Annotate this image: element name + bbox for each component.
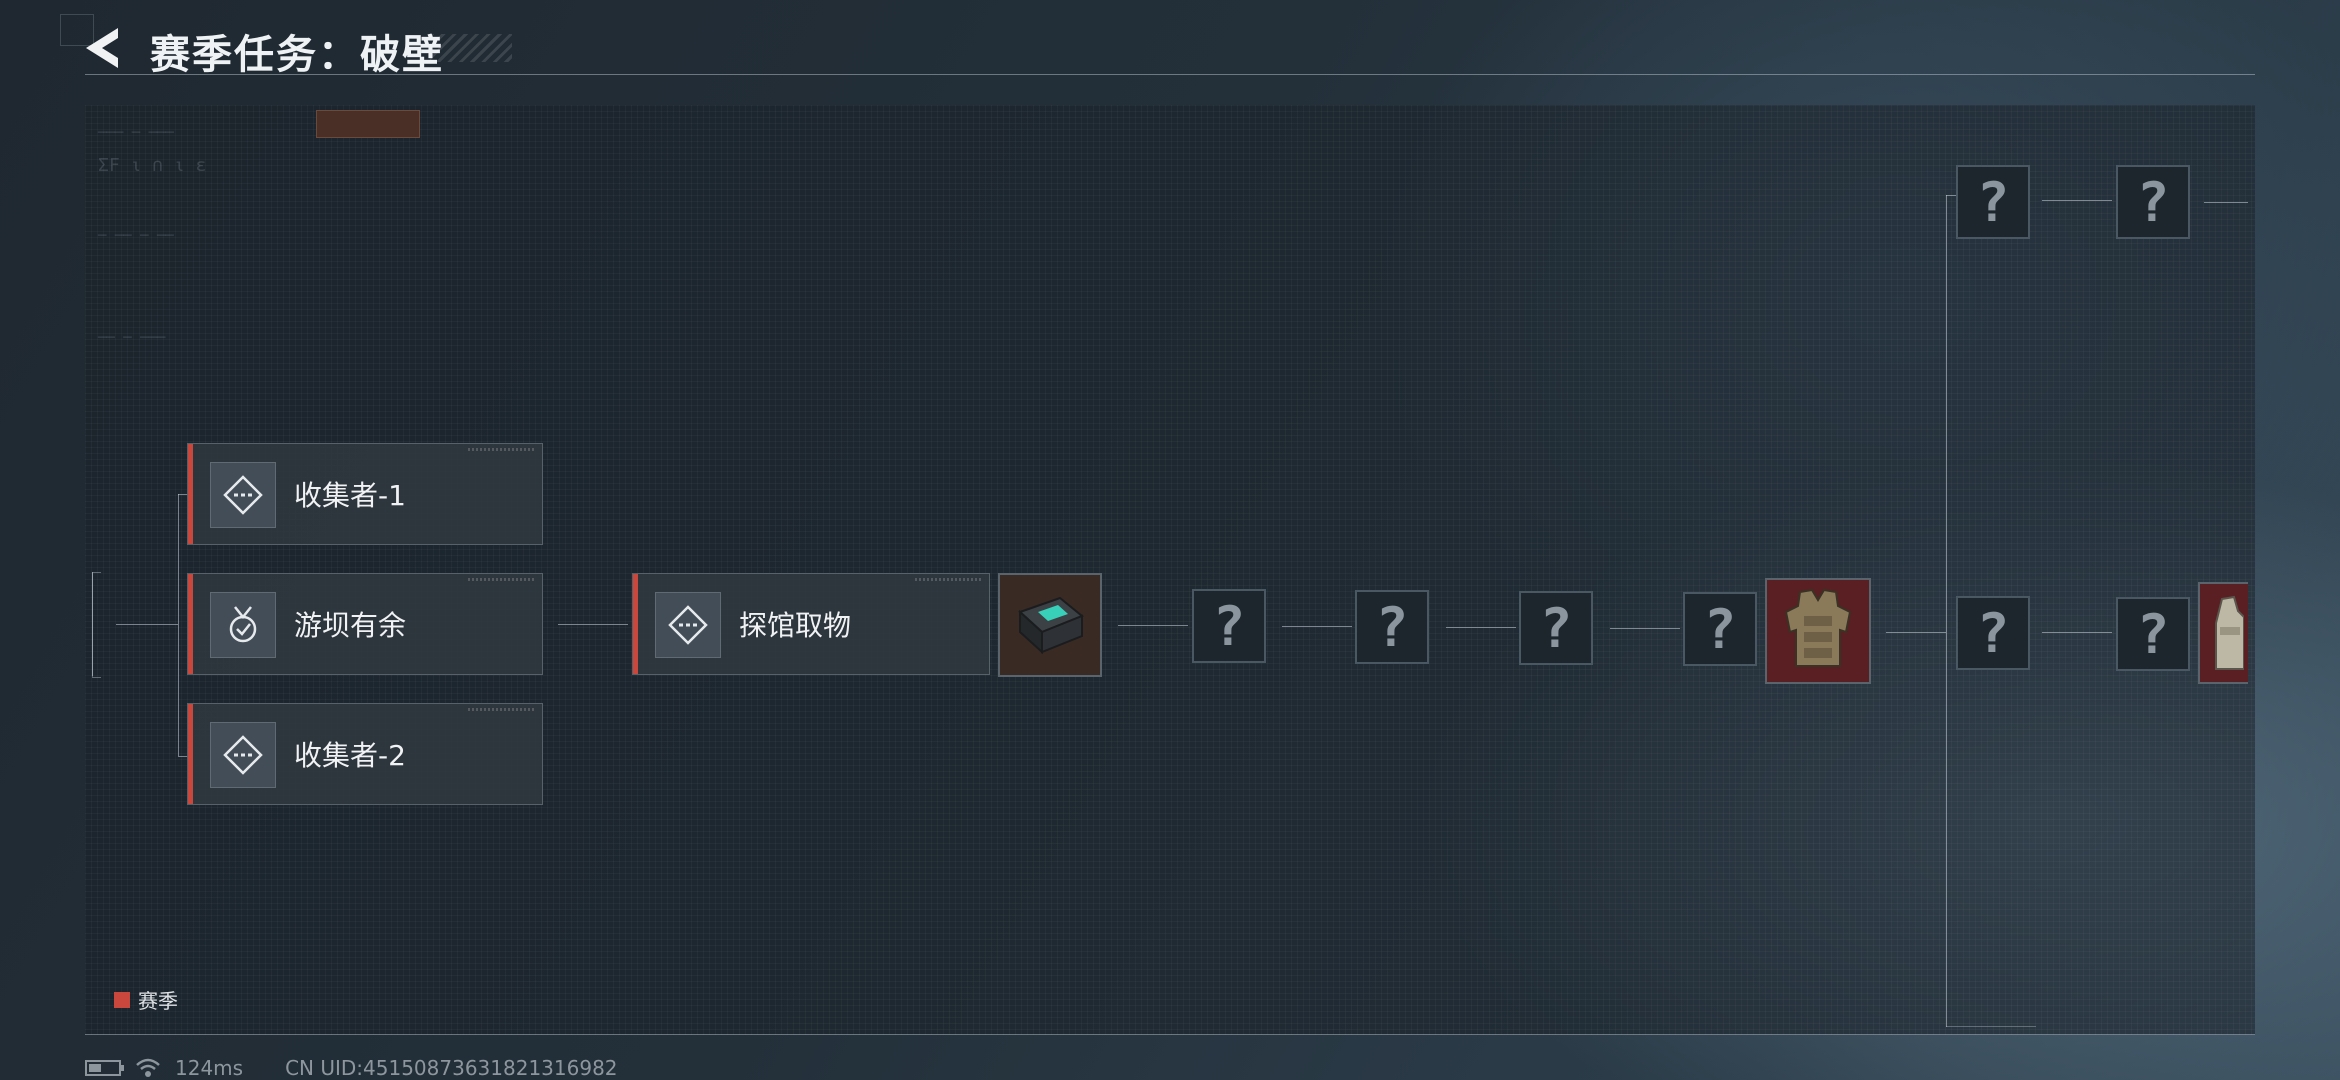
legend-swatch xyxy=(114,991,130,1008)
title-decoration xyxy=(430,34,512,62)
legend-label: 赛季 xyxy=(138,989,178,1013)
connector-line xyxy=(1946,1026,2036,1027)
decorative-tag xyxy=(316,110,420,138)
diamond-dash-icon xyxy=(210,462,276,528)
back-arrow-icon xyxy=(86,28,118,68)
diamond-dash-icon xyxy=(655,592,721,658)
connector-line xyxy=(558,624,628,625)
connector-line xyxy=(1886,632,1946,633)
mystery-reward[interactable]: ? xyxy=(1192,589,1266,663)
check-medal-icon xyxy=(210,592,276,658)
page-title: 赛季任务：破壁 xyxy=(150,32,444,78)
connector-line xyxy=(178,494,179,756)
task-tree-panel xyxy=(85,105,2255,1035)
mystery-reward[interactable]: ? xyxy=(1519,591,1593,665)
connector-line xyxy=(2042,632,2112,633)
task-label: 探馆取物 xyxy=(739,609,852,642)
armor-vest-reward[interactable] xyxy=(1765,578,1871,684)
mystery-reward[interactable]: ? xyxy=(1355,590,1429,664)
electronic-device-reward[interactable] xyxy=(998,573,1102,677)
connector-line xyxy=(1118,625,1188,626)
diamond-dash-icon xyxy=(210,722,276,788)
wifi-icon xyxy=(136,1058,160,1077)
task-label: 游坝有余 xyxy=(294,609,407,642)
card-decoration xyxy=(468,708,534,711)
back-button[interactable] xyxy=(82,24,128,72)
task-card-collector-1[interactable]: 收集者-1 xyxy=(187,443,543,545)
connector-line xyxy=(1282,626,1352,627)
task-card-dam[interactable]: 游坝有余 xyxy=(187,573,543,675)
card-decoration xyxy=(468,578,534,581)
task-label: 收集者-2 xyxy=(294,739,406,772)
footer-divider xyxy=(85,1034,2255,1035)
task-label: 收集者-1 xyxy=(294,479,406,512)
ghost-text: ─ ── ─ ── xyxy=(98,228,174,244)
branch-line xyxy=(1946,195,1947,1027)
mystery-reward[interactable]: ? xyxy=(1683,592,1757,666)
mystery-reward[interactable]: ? xyxy=(1956,165,2030,239)
card-decoration xyxy=(468,448,534,451)
ghost-text: ─── ─ ─── xyxy=(98,125,174,141)
armor-vest-partial-reward[interactable] xyxy=(2198,582,2248,684)
connector-line xyxy=(1946,195,1956,196)
mystery-reward[interactable]: ? xyxy=(1956,596,2030,670)
legend: 赛季 xyxy=(114,985,178,1014)
connector-line xyxy=(1446,627,1516,628)
ghost-text: ΣF ι ∩ ι ε xyxy=(98,155,207,176)
user-uid: CN UID:4515087363182131698​2 xyxy=(285,1056,618,1080)
connector-line xyxy=(116,624,178,625)
mystery-reward[interactable]: ? xyxy=(2116,165,2190,239)
ghost-text: ── ─ ─── xyxy=(98,330,166,346)
task-card-museum[interactable]: 探馆取物 xyxy=(632,573,990,675)
battery-icon xyxy=(85,1060,124,1076)
tree-start-bracket xyxy=(92,572,101,678)
vest-icon xyxy=(2215,595,2244,670)
vest-icon xyxy=(1784,588,1852,667)
connector-line xyxy=(2042,200,2112,201)
device-icon xyxy=(1018,596,1084,655)
card-decoration xyxy=(915,578,981,581)
connector-line xyxy=(2204,202,2248,203)
ping-value: 124ms xyxy=(175,1056,244,1080)
task-card-collector-2[interactable]: 收集者-2 xyxy=(187,703,543,805)
connector-line xyxy=(1610,628,1680,629)
mystery-reward[interactable]: ? xyxy=(2116,597,2190,671)
status-bar: 124ms CN UID:4515087363182131698​2 xyxy=(85,1056,618,1080)
